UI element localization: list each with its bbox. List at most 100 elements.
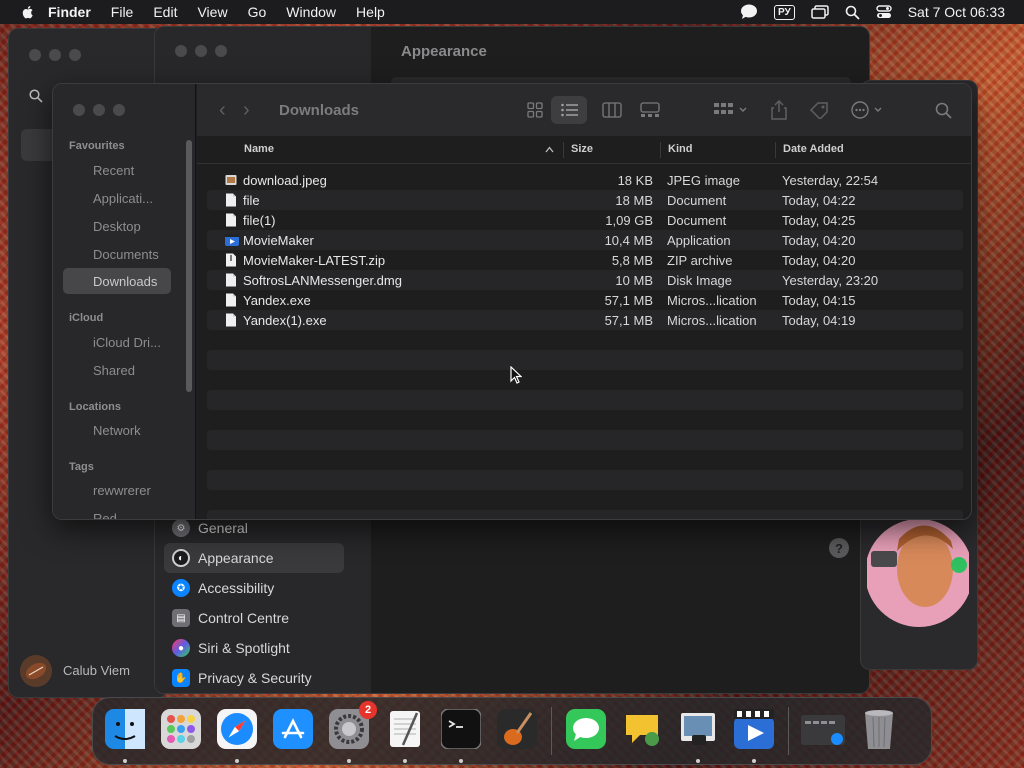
group-by-icon[interactable] [713,102,747,118]
mouse-cursor-icon [510,366,522,384]
gallery-view-icon[interactable] [640,102,660,118]
tag-icon[interactable] [809,101,829,119]
messages-status-icon[interactable] [740,4,758,20]
column-header-size[interactable]: Size [571,143,593,155]
dock-app-speech-app[interactable] [618,707,666,755]
menu-app-finder[interactable]: Finder [48,4,91,20]
column-header-name[interactable]: Name [244,143,274,155]
sidebar-item-tag-red[interactable]: Red [63,505,171,520]
share-icon[interactable] [771,100,787,120]
menu-go[interactable]: Go [248,4,267,20]
more-actions-icon[interactable] [851,101,885,119]
menu-bar-clock[interactable]: Sat 7 Oct 06:33 [908,4,1005,20]
table-row[interactable]: SoftrosLANMessenger.dmg 10 MB Disk Image Ye… [207,270,963,290]
menu-view[interactable]: View [197,4,227,20]
dock-app-safari[interactable] [213,707,261,763]
running-indicator [752,759,756,763]
finder-icon [105,708,145,754]
column-header-date-added[interactable]: Date Added [783,143,844,155]
icon-view-icon[interactable] [527,102,543,118]
file-date-added: Today, 04:20 [782,252,856,268]
control-centre-icon[interactable] [876,5,892,19]
dock-app-preview[interactable] [674,707,722,763]
empty-row-stripe [207,470,963,490]
sidebar-item-icloud-drive[interactable]: iCloud Dri... [63,329,171,355]
sidebar-item-shared[interactable]: Shared [63,357,171,383]
user-avatar[interactable] [19,654,53,688]
sort-ascending-icon[interactable] [545,146,554,153]
dock-app-textedit[interactable] [381,707,429,763]
file-kind: JPEG image [667,172,740,188]
sidebar-item-documents[interactable]: Documents [63,241,171,267]
sidebar-scrollbar[interactable] [186,140,192,392]
file-kind: Document [667,192,727,208]
search-icon[interactable] [29,89,43,103]
table-row[interactable]: file 18 MB Document Today, 04:22 [207,190,963,210]
close-button[interactable] [73,104,85,116]
settings-item-siri-spotlight[interactable]: ● Siri & Spotlight [164,633,344,663]
sidebar-section-tags: Tags [69,461,94,473]
menu-edit[interactable]: Edit [153,4,177,20]
sidebar-item-applications[interactable]: Applicati... [63,185,171,211]
spotlight-search-icon[interactable] [845,5,860,20]
file-size: 57,1 MB [604,312,653,328]
avatar-illustration [867,519,969,627]
document-file-icon [226,273,236,287]
input-source-indicator[interactable]: РУ [773,4,795,20]
table-row[interactable]: MovieMaker-LATEST.zip 5,8 MB ZIP archive To… [207,250,963,270]
column-separator [660,142,661,158]
file-name: Yandex(1).exe [243,312,327,328]
dock-app-moviemaker[interactable] [730,707,778,763]
document-file-icon [226,313,236,327]
zoom-button[interactable] [113,104,125,116]
user-name[interactable]: Calub Viem [63,663,130,678]
settings-item-control-centre[interactable]: ▤ Control Centre [164,603,344,633]
dock-app-finder[interactable] [101,707,149,763]
list-view-icon[interactable] [561,103,578,117]
dock-app-trash[interactable] [855,707,903,755]
help-button[interactable]: ? [829,538,849,558]
sidebar-item-network[interactable]: Network [63,417,171,443]
table-row[interactable]: Yandex(1).exe 57,1 MB Micros...lication Tod… [207,310,963,330]
sidebar-item-desktop[interactable]: Desktop [63,213,171,239]
settings-item-label: Appearance [198,550,274,566]
finder-window[interactable]: Favourites Recent Applicati... Desktop D… [52,83,972,520]
dock-app-launchpad[interactable] [157,707,205,755]
table-row[interactable]: file(1) 1,09 GB Document Today, 04:25 [207,210,963,230]
apple-menu-icon[interactable] [20,4,36,20]
dock-app-terminal[interactable] [437,707,485,763]
table-row[interactable]: download.jpeg 18 KB JPEG image Yesterday, 2… [207,170,963,190]
settings-item-appearance[interactable]: ◐ Appearance [164,543,344,573]
dock-app-screenshot-folder[interactable] [799,707,847,755]
sidebar-item-recent[interactable]: Recent [63,157,171,183]
sidebar-item-downloads[interactable]: Downloads [63,268,171,294]
dock-app-system-settings[interactable]: 2 [325,701,377,763]
file-kind: Micros...lication [667,312,757,328]
dock-app-messages[interactable] [562,707,610,755]
settings-item-privacy-security[interactable]: ✋ Privacy & Security [164,663,344,693]
table-row[interactable]: MovieMaker 10,4 MB Application Today, 04:20 [207,230,963,250]
forward-button[interactable]: › [243,99,257,122]
minimize-button[interactable] [93,104,105,116]
menu-window[interactable]: Window [286,4,336,20]
running-indicator [347,759,351,763]
column-view-icon[interactable] [602,102,622,118]
settings-item-accessibility[interactable]: ✪ Accessibility [164,573,344,603]
search-icon[interactable] [935,102,952,119]
dock-app-app-store[interactable] [269,707,317,755]
screen-mirroring-icon[interactable] [810,5,829,19]
textedit-icon [385,709,425,754]
dock-app-garageband[interactable] [493,707,541,755]
menu-file[interactable]: File [111,4,134,20]
file-name: file(1) [243,212,276,228]
trash-icon [859,707,899,756]
column-separator [775,142,776,158]
running-indicator [696,759,700,763]
menu-help[interactable]: Help [356,4,385,20]
column-header-kind[interactable]: Kind [668,143,692,155]
table-row[interactable]: Yandex.exe 57,1 MB Micros...lication Today,… [207,290,963,310]
back-button[interactable]: ‹ [219,99,233,122]
sidebar-item-tag-rewwrerer[interactable]: rewwrerer [63,477,171,503]
document-file-icon [226,293,236,307]
app-store-icon [273,708,313,754]
